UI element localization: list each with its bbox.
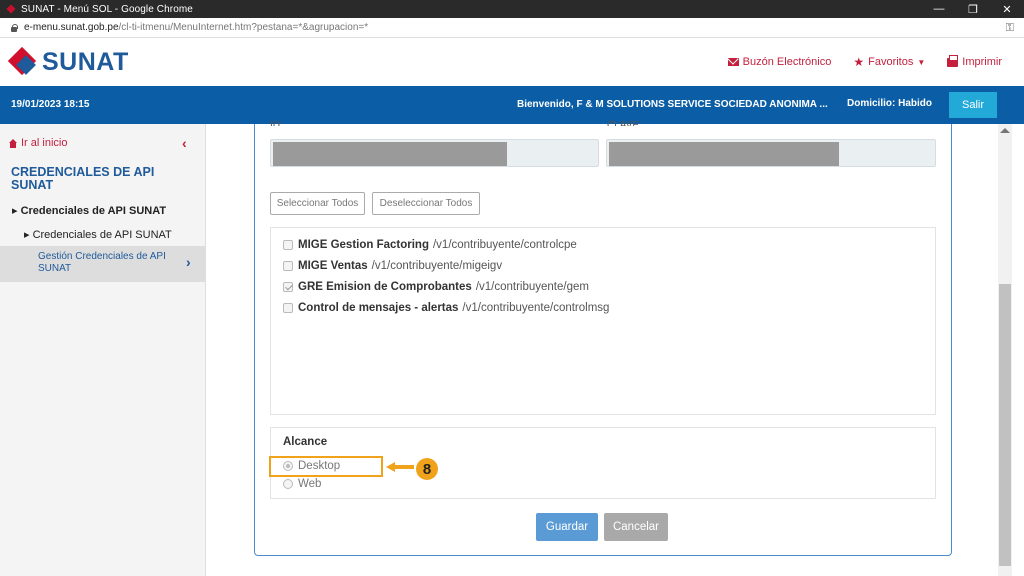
header-links: Buzón Electrónico ★ Favoritos ▼ Imprimir: [727, 54, 1002, 68]
user-info-bar: 19/01/2023 18:15 Bienvenido, F & M SOLUT…: [0, 86, 1024, 124]
imprimir-label: Imprimir: [962, 56, 1002, 68]
collapse-sidebar-chevron-icon[interactable]: ‹: [182, 135, 187, 151]
sidebar-item-credenciales[interactable]: ▸ Credenciales de API SUNAT: [12, 204, 166, 217]
home-link[interactable]: Ir al inicio: [8, 137, 67, 149]
triangle-right-icon: ▸: [12, 205, 21, 217]
sidebar-subitem-label: Credenciales de API SUNAT: [32, 229, 172, 241]
api-item[interactable]: Control de mensajes - alertas /v1/contri…: [283, 302, 609, 314]
sunat-logo[interactable]: SUNAT: [7, 46, 129, 77]
sunat-logo-icon: [7, 46, 38, 77]
select-all-button[interactable]: Seleccionar Todos: [270, 192, 365, 215]
sidebar-item-label: Credenciales de API SUNAT: [20, 205, 167, 217]
api-name: Control de mensajes - alertas: [298, 302, 459, 314]
id-field[interactable]: [270, 139, 599, 167]
close-button[interactable]: ✕: [990, 0, 1024, 18]
radio-label: Web: [298, 478, 322, 490]
sidebar-item-gestion-credenciales[interactable]: Gestión Credenciales de API SUNAT ›: [0, 246, 206, 282]
domicilio-status: Domicilio: Habido: [847, 98, 932, 109]
home-icon: [8, 138, 18, 148]
api-name: MIGE Ventas: [298, 260, 368, 272]
clave-label: CLAVE:: [607, 120, 642, 126]
api-name: MIGE Gestion Factoring: [298, 239, 429, 251]
checkbox[interactable]: [283, 303, 293, 313]
site-header: SUNAT Buzón Electrónico ★ Favoritos ▼ Im…: [0, 38, 1024, 86]
api-item[interactable]: MIGE Gestion Factoring /v1/contribuyente…: [283, 239, 577, 251]
checkbox-checked[interactable]: [283, 282, 293, 292]
caret-down-icon: ▼: [917, 57, 926, 67]
chevron-right-icon: ›: [186, 254, 191, 270]
api-item[interactable]: GRE Emision de Comprobantes /v1/contribu…: [283, 281, 589, 293]
favoritos-label: Favoritos: [868, 56, 914, 68]
scrollbar-thumb[interactable]: [999, 284, 1011, 566]
restore-button[interactable]: ❐: [956, 0, 990, 18]
api-path: /v1/contribuyente/controlcpe: [432, 239, 577, 251]
scroll-up-arrow-icon[interactable]: [1000, 128, 1010, 133]
api-path: /v1/contribuyente/controlmsg: [462, 302, 610, 314]
triangle-right-icon: ▸: [24, 229, 33, 241]
minimize-button[interactable]: —: [922, 0, 956, 18]
sunat-favicon-icon: [6, 4, 16, 14]
step-number-badge: 8: [416, 458, 438, 480]
deselect-all-button[interactable]: Deseleccionar Todos: [372, 192, 480, 215]
lock-icon[interactable]: [10, 23, 18, 32]
sidebar-active-label: Gestión Credenciales de API SUNAT: [38, 251, 166, 274]
checkbox[interactable]: [283, 261, 293, 271]
redacted-mask: [609, 142, 839, 166]
session-datetime: 19/01/2023 18:15: [11, 99, 90, 110]
browser-title-bar: SUNAT - Menú SOL - Google Chrome — ❐ ✕: [0, 0, 1024, 18]
sidebar-subitem-credenciales[interactable]: ▸ Credenciales de API SUNAT: [24, 228, 172, 241]
logout-button[interactable]: Salir: [949, 92, 997, 118]
address-bar[interactable]: e-menu.sunat.gob.pe /cl-ti-itmenu/MenuIn…: [0, 18, 1024, 38]
api-path: /v1/contribuyente/gem: [475, 281, 589, 293]
id-label: ID:: [270, 120, 283, 126]
buzon-link[interactable]: Buzón Electrónico: [727, 56, 832, 68]
checkbox[interactable]: [283, 240, 293, 250]
imprimir-link[interactable]: Imprimir: [947, 54, 1002, 68]
clave-field[interactable]: [606, 139, 936, 167]
radio-web[interactable]: Web: [283, 478, 321, 490]
alcance-label: Alcance: [283, 436, 328, 448]
logo-text: SUNAT: [42, 47, 129, 76]
api-item[interactable]: MIGE Ventas /v1/contribuyente/migeigv: [283, 260, 502, 272]
api-list: [270, 227, 936, 415]
cancel-button[interactable]: Cancelar: [604, 513, 668, 541]
save-button[interactable]: Guardar: [536, 513, 598, 541]
favoritos-dropdown[interactable]: ★ Favoritos ▼: [853, 56, 925, 68]
url-host: e-menu.sunat.gob.pe: [24, 22, 119, 33]
api-name: GRE Emision de Comprobantes: [298, 281, 472, 293]
redacted-mask: [273, 142, 507, 166]
sidebar-title: CREDENCIALES DE API SUNAT: [11, 165, 155, 192]
api-path: /v1/contribuyente/migeigv: [371, 260, 503, 272]
buzon-label: Buzón Electrónico: [742, 56, 832, 68]
sidebar: Ir al inicio ‹ CREDENCIALES DE API SUNAT…: [0, 124, 206, 576]
annotation-highlight-box: [269, 456, 383, 477]
url-path: /cl-ti-itmenu/MenuInternet.htm?pestana=*…: [118, 22, 369, 33]
window-title: SUNAT - Menú SOL - Google Chrome: [21, 3, 193, 15]
radio-button[interactable]: [283, 479, 293, 489]
star-icon: ★: [853, 55, 865, 69]
annotation-arrow-left-icon: [386, 462, 414, 472]
envelope-icon: [727, 58, 739, 66]
home-label: Ir al inicio: [21, 137, 68, 149]
printer-icon: [947, 54, 959, 67]
key-icon[interactable]: ⚿: [1006, 22, 1014, 35]
page-scrollbar[interactable]: [998, 124, 1012, 576]
welcome-text: Bienvenido, F & M SOLUTIONS SERVICE SOCI…: [517, 99, 828, 110]
